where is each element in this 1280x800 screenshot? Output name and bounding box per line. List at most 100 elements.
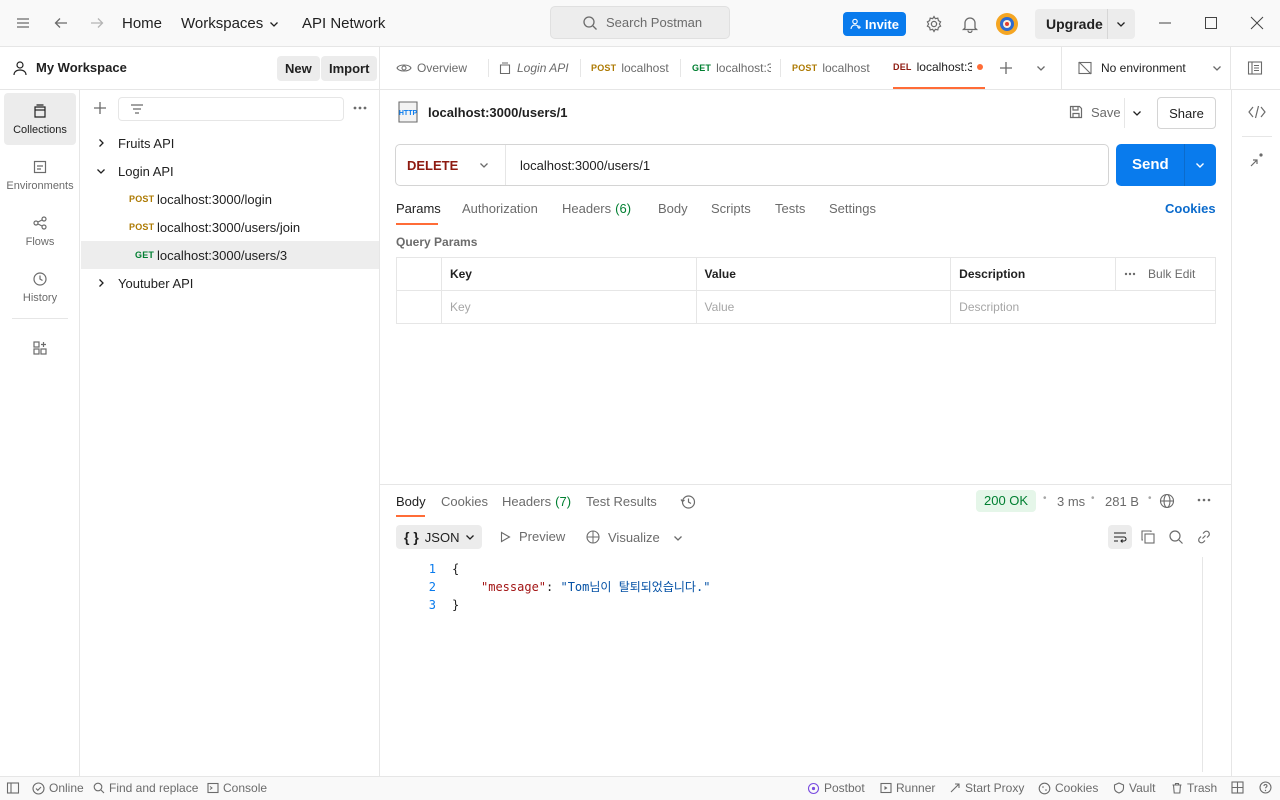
runner-button[interactable]: Runner <box>880 781 935 795</box>
trash-button[interactable]: Trash <box>1171 781 1217 795</box>
response-time[interactable]: 3 ms <box>1057 494 1085 509</box>
status-badge[interactable]: 200 OK <box>976 490 1037 512</box>
start-proxy-button[interactable]: Start Proxy <box>949 781 1024 795</box>
globe-icon[interactable] <box>1159 493 1175 509</box>
back-arrow-icon[interactable] <box>53 15 69 31</box>
tab-request-active[interactable]: DEL localhost:3 <box>893 47 985 89</box>
right-rail <box>1231 90 1280 776</box>
response-body-code[interactable]: { "message": "Tom님이 탈퇴되었습니다." } <box>452 560 710 614</box>
api-network-link[interactable]: API Network <box>302 15 385 32</box>
send-button[interactable]: Send <box>1116 144 1216 186</box>
environment-quick-look-icon[interactable] <box>1247 60 1263 76</box>
tab-request[interactable]: GET localhost:3 <box>692 47 771 89</box>
rail-item-environments[interactable]: Environments <box>4 149 76 201</box>
postbot-button[interactable]: Postbot <box>807 781 865 795</box>
search-input[interactable]: Search Postman <box>550 6 730 39</box>
new-tab-plus-icon[interactable] <box>999 61 1013 75</box>
vault-button[interactable]: Vault <box>1113 781 1155 795</box>
tab-params[interactable]: Params <box>396 201 441 216</box>
tab-response-cookies[interactable]: Cookies <box>441 494 488 509</box>
online-status[interactable]: Online <box>32 781 84 795</box>
more-icon[interactable] <box>1197 498 1211 502</box>
console-button[interactable]: Console <box>207 781 267 795</box>
key-input[interactable]: Key <box>440 290 697 324</box>
layout-icon[interactable] <box>1231 781 1244 794</box>
scrollbar-track[interactable] <box>1202 557 1203 772</box>
request-item[interactable]: POST localhost:3000/users/join <box>81 213 379 241</box>
configure-sidebar-icon[interactable] <box>32 340 48 356</box>
search-icon[interactable] <box>1168 529 1184 545</box>
preview-button[interactable]: Preview <box>499 529 565 544</box>
filter-input[interactable] <box>118 97 344 121</box>
format-selector[interactable]: { } JSON <box>396 525 482 549</box>
code-snippet-icon[interactable] <box>1248 104 1266 120</box>
plus-icon[interactable] <box>93 101 107 115</box>
cookies-link[interactable]: Cookies <box>1165 201 1216 216</box>
tab-overview[interactable]: Overview <box>396 47 488 89</box>
save-button[interactable]: Save <box>1068 104 1121 120</box>
wrap-lines-button[interactable] <box>1108 525 1132 549</box>
collection-fruits-api[interactable]: Fruits API <box>81 129 379 157</box>
response-history-icon[interactable] <box>680 494 696 510</box>
related-collections-icon[interactable] <box>1249 152 1265 168</box>
tab-response-body[interactable]: Body <box>396 494 426 509</box>
toggle-sidebar-icon[interactable] <box>6 781 20 795</box>
rail-item-flows[interactable]: Flows <box>4 205 76 257</box>
avatar[interactable] <box>995 12 1019 36</box>
collection-login-api[interactable]: Login API <box>81 157 379 185</box>
tab-request[interactable]: POST localhost <box>591 47 671 89</box>
tab-response-headers[interactable]: Headers (7) <box>502 494 571 509</box>
tab-scripts[interactable]: Scripts <box>711 201 751 216</box>
chevron-down-icon[interactable] <box>673 533 683 543</box>
workspaces-menu[interactable]: Workspaces <box>181 15 279 32</box>
workspace-name[interactable]: My Workspace <box>36 60 127 75</box>
link-icon[interactable] <box>1196 529 1212 545</box>
maximize-icon[interactable] <box>1204 16 1218 30</box>
bulk-edit-cell: Bulk Edit <box>1115 257 1216 291</box>
copy-icon[interactable] <box>1140 529 1156 545</box>
bulk-edit-button[interactable]: Bulk Edit <box>1124 267 1207 281</box>
request-item[interactable]: GET localhost:3000/users/3 <box>81 241 379 269</box>
find-replace-button[interactable]: Find and replace <box>93 781 198 795</box>
rail-item-collections[interactable]: Collections <box>4 93 76 145</box>
bell-icon[interactable] <box>961 15 979 33</box>
upgrade-button[interactable]: Upgrade <box>1035 9 1135 39</box>
tab-headers[interactable]: Headers (6) <box>562 201 631 216</box>
more-icon[interactable] <box>352 102 368 114</box>
new-button[interactable]: New <box>277 56 320 81</box>
method-selector[interactable]: DELETE <box>396 145 506 185</box>
visualize-button[interactable]: Visualize <box>585 529 660 545</box>
environment-selector[interactable]: No environment <box>1077 60 1222 76</box>
tab-test-results[interactable]: Test Results <box>586 494 657 509</box>
description-input[interactable]: Description <box>950 290 1216 324</box>
share-button[interactable]: Share <box>1157 97 1216 129</box>
collections-sidebar: Fruits API Login API POST localhost:3000… <box>81 90 380 776</box>
import-button[interactable]: Import <box>321 56 378 81</box>
invite-button[interactable]: Invite <box>843 12 906 36</box>
value-input[interactable]: Value <box>695 290 952 324</box>
forward-arrow-icon[interactable] <box>89 15 105 31</box>
collection-youtuber-api[interactable]: Youtuber API <box>81 269 379 297</box>
tab-settings[interactable]: Settings <box>829 201 876 216</box>
tab-request[interactable]: POST localhost <box>792 47 874 89</box>
request-item[interactable]: POST localhost:3000/login <box>81 185 379 213</box>
help-icon[interactable] <box>1259 781 1272 794</box>
tab-login-api[interactable]: Login API <box>498 47 572 89</box>
url-input[interactable]: localhost:3000/users/1 <box>520 158 650 173</box>
chevron-down-icon[interactable] <box>1116 19 1126 29</box>
cookies-button[interactable]: Cookies <box>1038 781 1098 795</box>
request-title[interactable]: localhost:3000/users/1 <box>428 105 567 120</box>
chevron-down-icon[interactable] <box>1132 108 1142 118</box>
chevron-down-icon[interactable] <box>1195 160 1205 170</box>
minimize-icon[interactable] <box>1158 16 1172 30</box>
settings-gear-icon[interactable] <box>925 15 943 33</box>
response-size[interactable]: 281 B <box>1105 494 1139 509</box>
tab-authorization[interactable]: Authorization <box>462 201 538 216</box>
close-icon[interactable] <box>1250 16 1264 30</box>
tab-tests[interactable]: Tests <box>775 201 805 216</box>
rail-item-history[interactable]: History <box>4 261 76 313</box>
menu-icon[interactable] <box>15 15 31 31</box>
home-link[interactable]: Home <box>122 15 162 32</box>
chevron-down-icon[interactable] <box>1036 63 1046 73</box>
tab-body[interactable]: Body <box>658 201 688 216</box>
